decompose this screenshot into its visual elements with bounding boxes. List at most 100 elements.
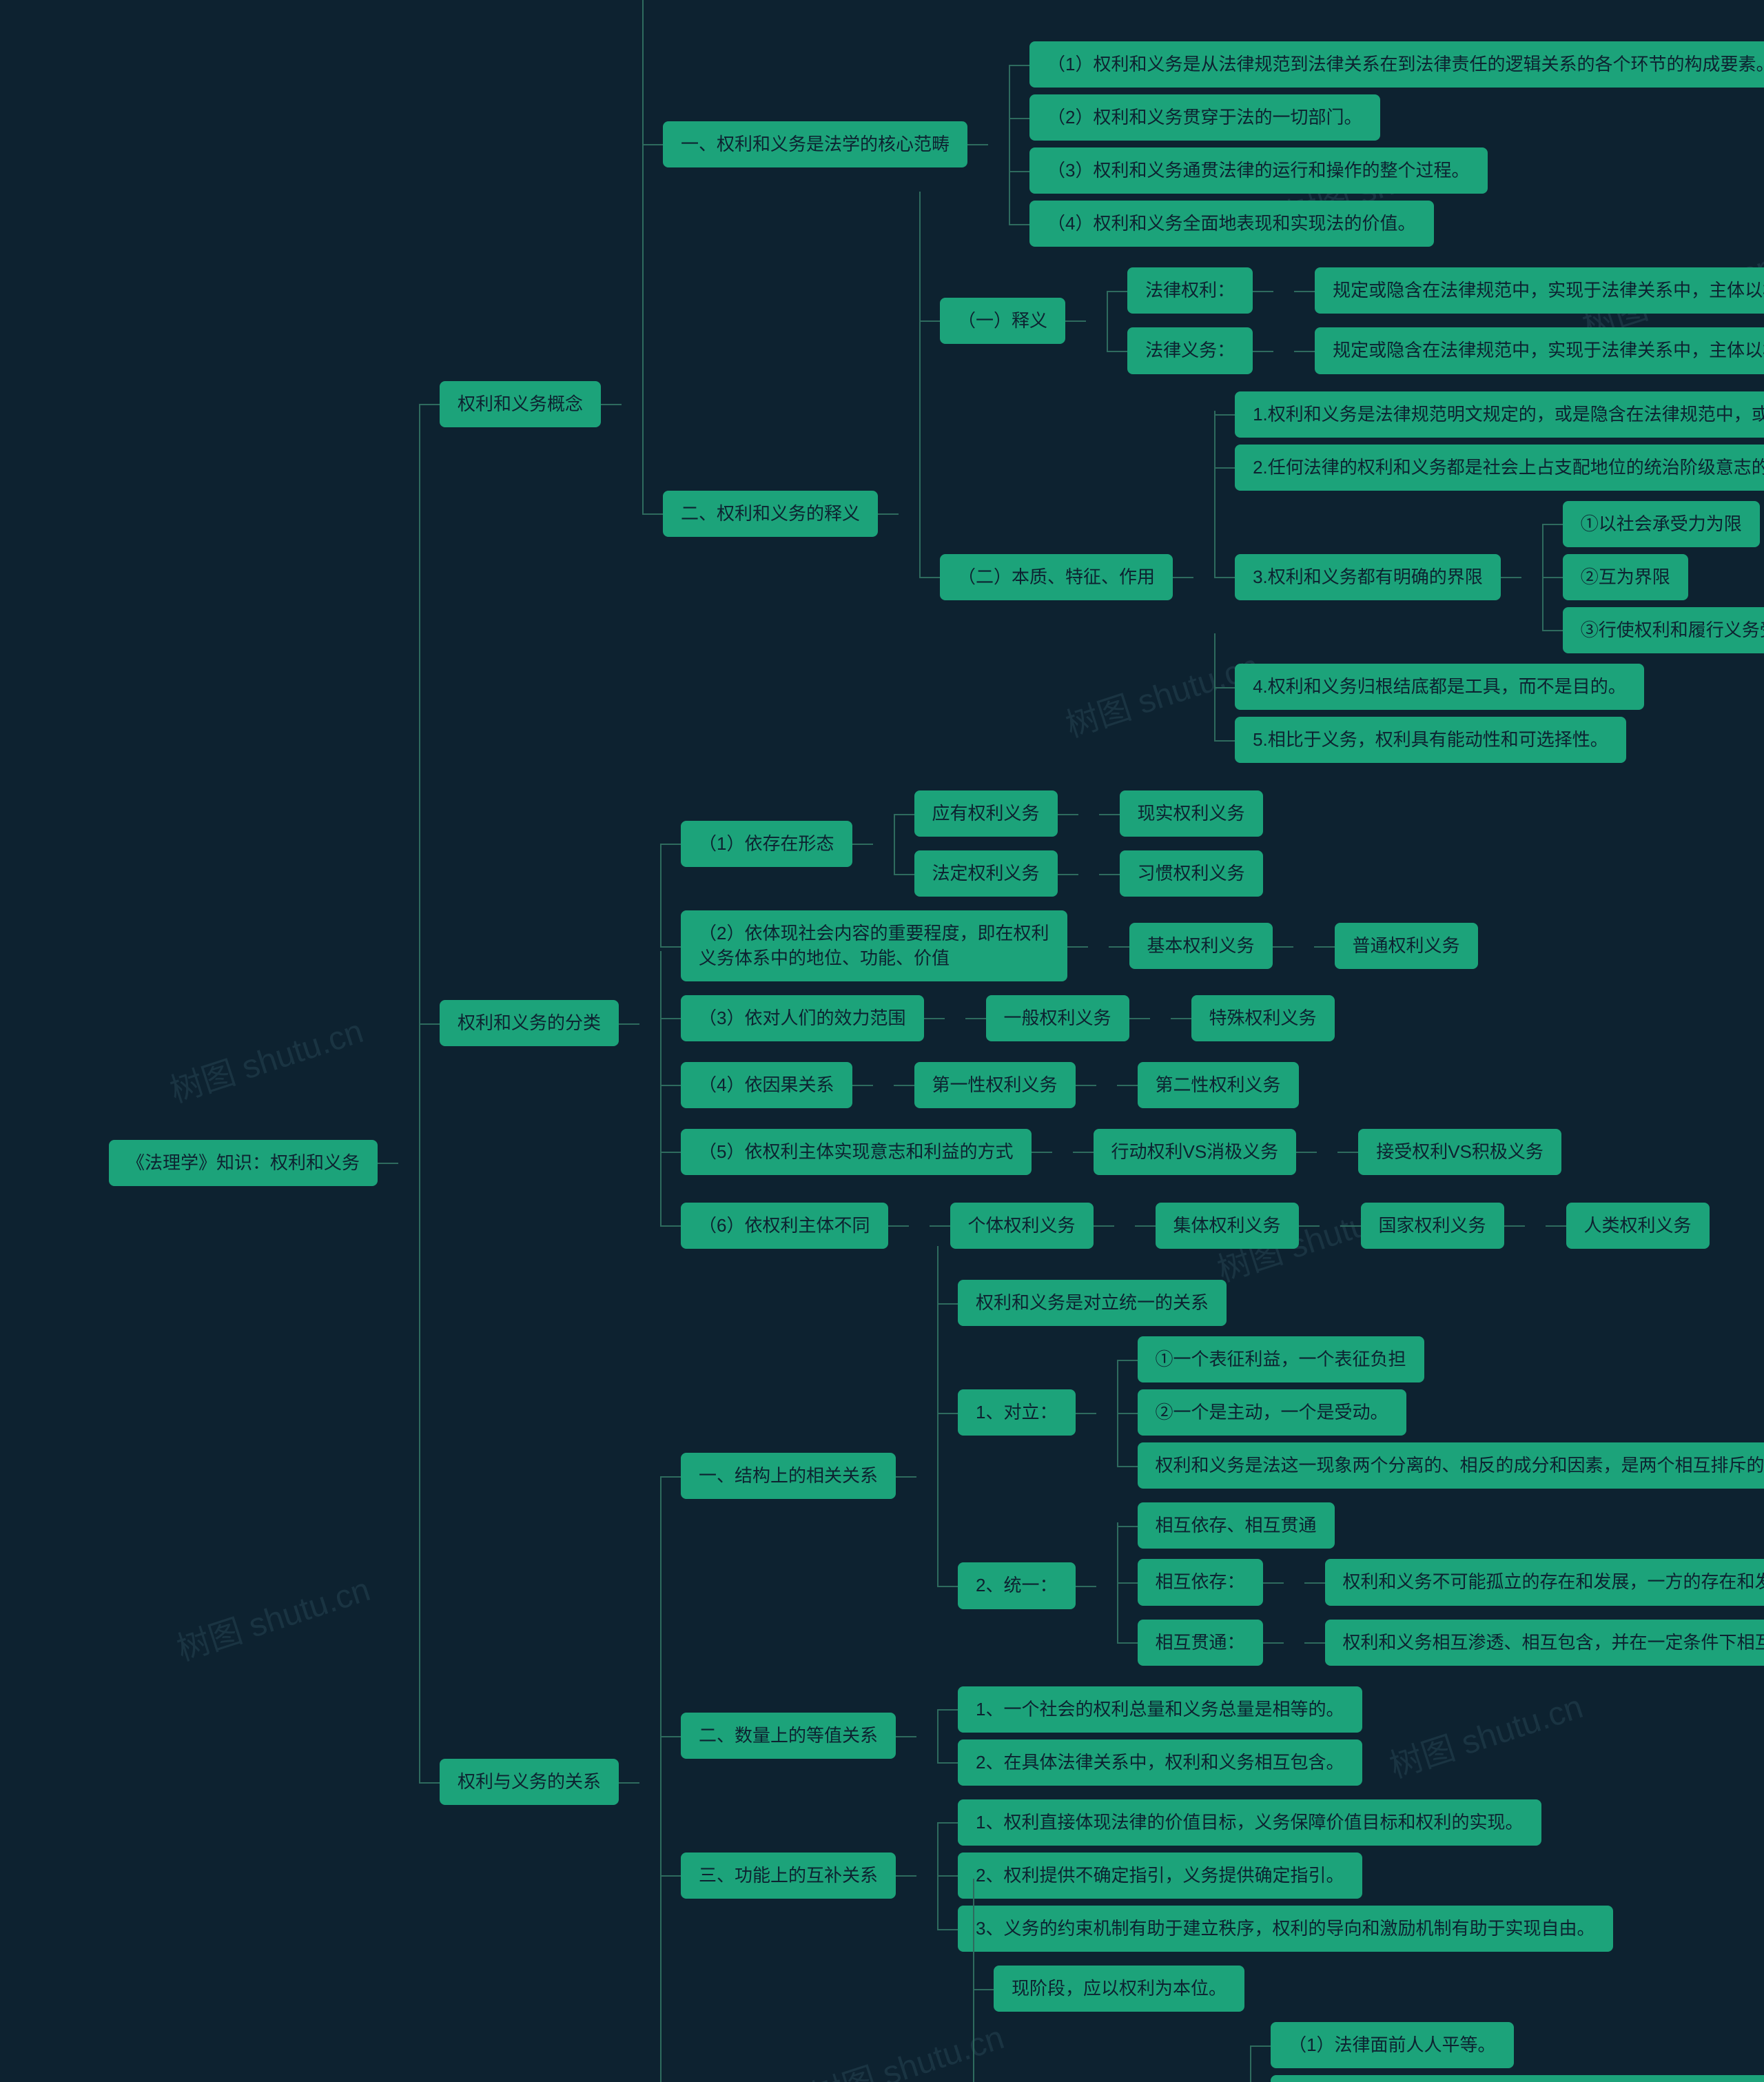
mind-node[interactable]: 3、义务的约束机制有助于建立秩序，权利的导向和激励机制有助于实现自由。 [958, 1902, 1612, 1955]
mind-node[interactable]: 3.权利和义务都有明确的界限①以社会承受力为限②互为界限③行使权利和履行义务受程… [1235, 494, 1764, 660]
mind-node[interactable]: 现阶段，应以权利为本位。 [994, 1962, 1764, 2015]
mind-node[interactable]: 第一性权利义务第二性权利义务 [914, 1055, 1299, 1115]
mind-node[interactable]: 行动权利VS消极义务 接受权利VS积极义务 [1094, 1122, 1561, 1182]
mind-node[interactable]: 人类权利义务 [1566, 1199, 1710, 1252]
node-label: 2、统一： [958, 1562, 1075, 1609]
mind-node[interactable]: 国家权利义务 人类权利义务 [1361, 1196, 1710, 1256]
mind-node[interactable]: 1、对立：①一个表征利益，一个表征负担②一个是主动，一个是受动。权利和义务是法这… [958, 1329, 1764, 1496]
mind-node[interactable]: 相互依存、相互贯通 [1138, 1499, 1764, 1552]
mind-node[interactable]: （1）权利和义务是从法律规范到法律关系在到法律责任的逻辑关系的各个环节的构成要素… [1029, 38, 1764, 91]
mind-node[interactable]: 权利和义务相互渗透、相互包含，并在一定条件下相互转化。 [1325, 1616, 1764, 1669]
mind-node[interactable]: 2、统一： 相互依存、相互贯通相互依存： 权利和义务不可能孤立的存在和发展，一方的存… [958, 1496, 1764, 1675]
node-label: 现阶段，应以权利为本位。 [994, 1966, 1244, 2012]
mind-node[interactable]: 法定权利义务习惯权利义务 [914, 844, 1263, 904]
mind-node[interactable]: 2、在具体法律关系中，权利和义务相互包含。 [958, 1736, 1362, 1789]
node-label: 个体权利义务 [950, 1203, 1094, 1249]
mind-node[interactable]: 四、价值意义上的主次关系现阶段，应以权利为本位。权利本位的法律特征：（1）法律面… [681, 1959, 1764, 2082]
mind-node[interactable]: 个体权利义务集体权利义务国家权利义务人类权利义务 [950, 1189, 1710, 1263]
mind-node[interactable]: 权利和义务是对立统一的关系 [958, 1276, 1764, 1329]
mind-node[interactable]: ②互为界限 [1563, 551, 1764, 604]
node-label: 权利和义务是对立统一的关系 [958, 1280, 1227, 1326]
mind-node[interactable]: 权利和义务的分类（1）依存在形态应有权利义务现实权利义务法定权利义务习惯权利义务… [440, 777, 1764, 1269]
mind-node[interactable]: 相互依存： 权利和义务不可能孤立的存在和发展，一方的存在和发展以另一方的存在和发展… [1138, 1552, 1764, 1612]
node-label: 接受权利VS积极义务 [1358, 1129, 1561, 1175]
mind-node[interactable]: （4）依因果关系 第一性权利义务第二性权利义务 [681, 1052, 1710, 1119]
node-label: 3、义务的约束机制有助于建立秩序，权利的导向和激励机制有助于实现自由。 [958, 1906, 1612, 1952]
mind-node[interactable]: （6）依权利主体不同个体权利义务集体权利义务国家权利义务人类权利义务 [681, 1185, 1710, 1266]
mind-node[interactable]: （2）依体现社会内容的重要程度，即在权利义务体系中的地位、功能、价值基本权利义务… [681, 907, 1710, 984]
node-label: 1.权利和义务是法律规范明文规定的，或是隐含在法律规范中，或至少可以从法律精神和… [1235, 391, 1764, 438]
mind-node[interactable]: 4.权利和义务归根结底都是工具，而不是目的。 [1235, 660, 1764, 713]
mind-node[interactable]: 应有权利义务现实权利义务 [914, 784, 1263, 844]
node-label: 一、结构上的相关关系 [681, 1453, 896, 1499]
node-label: （4）依因果关系 [681, 1062, 852, 1108]
mind-node[interactable]: 权利和义务是法这一现象两个分离的、相反的成分和因素，是两个相互排斥的对立面。 [1138, 1439, 1764, 1492]
mind-node[interactable]: 1、权利直接体现法律的价值目标，义务保障价值目标和权利的实现。 [958, 1796, 1612, 1849]
mind-node[interactable]: 1.权利和义务是法律规范明文规定的，或是隐含在法律规范中，或至少可以从法律精神和… [1235, 388, 1764, 441]
mind-node[interactable]: 特殊权利义务 [1191, 992, 1335, 1045]
mind-node[interactable]: ①一个表征利益，一个表征负担 [1138, 1333, 1764, 1386]
mind-node[interactable]: 三、功能上的互补关系1、权利直接体现法律的价值目标，义务保障价值目标和权利的实现… [681, 1793, 1764, 1959]
mind-node[interactable]: 集体权利义务国家权利义务人类权利义务 [1156, 1192, 1710, 1259]
mind-node[interactable]: （5）依权利主体实现意志和利益的方式行动权利VS消极义务接受权利VS积极义务 [681, 1119, 1710, 1185]
node-label: ①以社会承受力为限 [1563, 501, 1760, 547]
mind-node[interactable]: 权利和义务不可能孤立的存在和发展，一方的存在和发展以另一方的存在和发展为条件。 [1325, 1555, 1764, 1609]
node-label: （3）依对人们的效力范围 [681, 995, 923, 1041]
mind-node[interactable]: （3）权利和义务通贯法律的运行和操作的整个过程。 [1029, 144, 1764, 197]
node-label: 二、数量上的等值关系 [681, 1713, 896, 1759]
mind-node[interactable]: （一）释义法律权利：规定或隐含在法律规范中，实现于法律关系中，主体以相对自由的作… [940, 257, 1764, 384]
node-label: （1）法律面前人人平等。 [1271, 2022, 1513, 2068]
mind-node[interactable]: 一、权利和义务是法学的核心范畴（1）权利和义务是从法律规范到法律关系在到法律责任… [663, 34, 1764, 254]
canvas: 树图 shutu.cn 树图 shutu.cn 树图 shutu.cn 树图 s… [0, 0, 1764, 2082]
mind-node[interactable]: 基本权利义务普通权利义务 [1129, 916, 1478, 976]
node-label: 习惯权利义务 [1120, 850, 1263, 897]
mind-node[interactable]: 权利与义务的关系 一、结构上的相关关系 权利和义务是对立统一的关系1、对立：①一个表… [440, 1269, 1764, 2082]
node-label: 相互贯通： [1138, 1620, 1263, 1666]
node-label: 《法理学》知识：权利和义务 [109, 1140, 378, 1186]
mind-node[interactable]: 普通权利义务 [1335, 919, 1478, 972]
mind-node[interactable]: （2）权利和义务贯穿于法的一切部门。 [1029, 91, 1764, 144]
node-label: 国家权利义务 [1361, 1203, 1504, 1249]
mind-node[interactable]: 权利本位的法律特征：（1）法律面前人人平等。（2）权利义务关系范围内，权利是目的… [994, 2015, 1764, 2082]
mind-node[interactable]: 现实权利义务 [1120, 787, 1263, 840]
node-label: 现实权利义务 [1120, 790, 1263, 837]
node-label: ②互为界限 [1563, 554, 1688, 600]
node-label: 相互依存： [1138, 1559, 1263, 1605]
node-label: 5.相比于义务，权利具有能动性和可选择性。 [1235, 717, 1626, 763]
mind-node[interactable]: 一、结构上的相关关系 权利和义务是对立统一的关系1、对立：①一个表征利益，一个表征… [681, 1273, 1764, 1680]
mind-node[interactable]: ①以社会承受力为限 [1563, 498, 1764, 551]
mind-node[interactable]: 2、权利提供不确定指引，义务提供确定指引。 [958, 1849, 1612, 1902]
mind-node[interactable]: 规定或隐含在法律规范中，实现于法律关系中，主体以相对自由的作为或不作为方式获得利… [1315, 264, 1764, 317]
mind-node[interactable]: 二、权利和义务的释义（一）释义法律权利：规定或隐含在法律规范中，实现于法律关系中… [663, 254, 1764, 773]
mind-node[interactable]: （4）权利和义务全面地表现和实现法的价值。 [1029, 197, 1764, 250]
mind-node[interactable]: （3）依对人们的效力范围 一般权利义务 特殊权利义务 [681, 985, 1710, 1052]
node-label: 行动权利VS消极义务 [1094, 1129, 1297, 1175]
mind-node[interactable]: ③行使权利和履行义务受程度上的限定 [1563, 604, 1764, 657]
mind-node[interactable]: 权利和义务概念一、权利和义务是法学的核心范畴（1）权利和义务是从法律规范到法律关… [440, 31, 1764, 777]
mind-node[interactable]: 习惯权利义务 [1120, 847, 1263, 900]
mind-node[interactable]: （2）权利义务关系范围内，权利是目的，义务是手段，法律设定义务的目的在于实现权利… [1271, 2072, 1764, 2082]
mind-node[interactable]: 规定或隐含在法律规范中，实现于法律关系中，主体以相对抑制的作为或不作为方式保障权… [1315, 324, 1764, 377]
node-label: 2、在具体法律关系中，权利和义务相互包含。 [958, 1739, 1362, 1786]
mind-node[interactable]: 1、一个社会的权利总量和义务总量是相等的。 [958, 1683, 1362, 1736]
mind-node[interactable]: 第二性权利义务 [1138, 1059, 1299, 1112]
node-label: 2、权利提供不确定指引，义务提供确定指引。 [958, 1853, 1362, 1899]
node-label: 1、一个社会的权利总量和义务总量是相等的。 [958, 1686, 1362, 1733]
mind-node[interactable]: 法律权利：规定或隐含在法律规范中，实现于法律关系中，主体以相对自由的作为或不作为… [1127, 261, 1764, 320]
mind-node[interactable]: 一般权利义务 特殊权利义务 [986, 988, 1335, 1048]
mind-node[interactable]: 接受权利VS积极义务 [1358, 1125, 1561, 1178]
node-label: 一般权利义务 [986, 995, 1129, 1041]
mind-node[interactable]: （1）依存在形态应有权利义务现实权利义务法定权利义务习惯权利义务 [681, 780, 1710, 907]
mind-node[interactable]: （1）法律面前人人平等。 [1271, 2019, 1764, 2072]
mind-node[interactable]: 2.任何法律的权利和义务都是社会上占支配地位的统治阶级意志的体现。 [1235, 441, 1764, 494]
mind-node[interactable]: （二）本质、特征、作用1.权利和义务是法律规范明文规定的，或是隐含在法律规范中，… [940, 385, 1764, 770]
mind-node[interactable]: 法律义务：规定或隐含在法律规范中，实现于法律关系中，主体以相对抑制的作为或不作为… [1127, 320, 1764, 380]
node-label: 普通权利义务 [1335, 923, 1478, 969]
mind-node[interactable]: 5.相比于义务，权利具有能动性和可选择性。 [1235, 713, 1764, 766]
mind-node[interactable]: 相互贯通： 权利和义务相互渗透、相互包含，并在一定条件下相互转化。 [1138, 1613, 1764, 1673]
mind-node[interactable]: 二、数量上的等值关系 1、一个社会的权利总量和义务总量是相等的。 2、在具体法律关系… [681, 1680, 1764, 1793]
node-label: 权利与义务的关系 [440, 1759, 619, 1805]
node-label: 权利和义务是法这一现象两个分离的、相反的成分和因素，是两个相互排斥的对立面。 [1138, 1442, 1764, 1489]
root-node[interactable]: 《法理学》知识：权利和义务 权利和义务概念一、权利和义务是法学的核心范畴（1）权利… [109, 28, 1764, 2082]
mind-node[interactable]: ②一个是主动，一个是受动。 [1138, 1386, 1764, 1439]
